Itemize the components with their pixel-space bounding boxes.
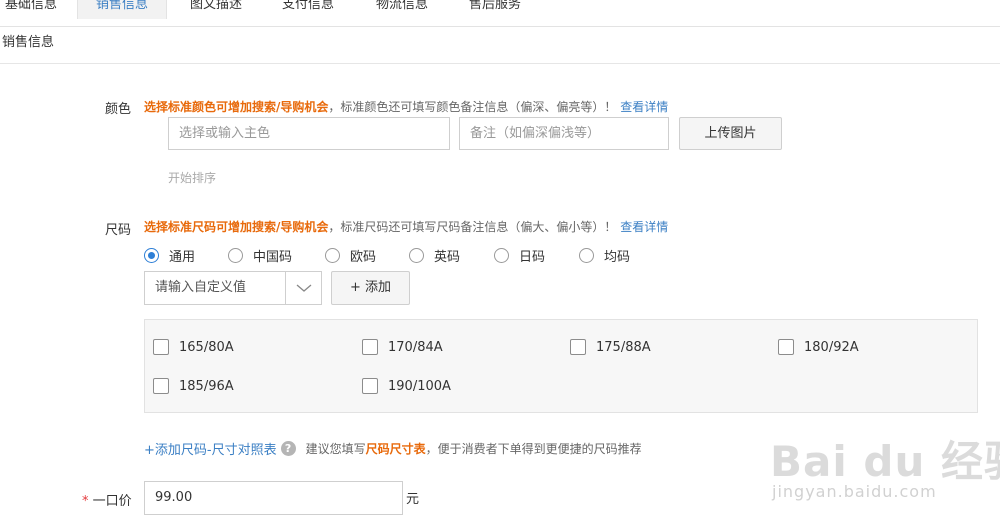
radio-general[interactable]: 通用 bbox=[144, 246, 195, 265]
size-hint: 选择标准尺码可增加搜索/导购机会，标准尺码还可填写尺码备注信息（偏大、偏小等）！… bbox=[144, 218, 668, 235]
radio-icon bbox=[494, 248, 509, 263]
tab-logistics-info[interactable]: 物流信息 bbox=[364, 0, 440, 19]
size-hint-strong: 选择标准尺码可增加搜索/导购机会 bbox=[144, 220, 329, 234]
watermark-main-text: Bai du 经验 bbox=[770, 437, 1000, 486]
color-label: 颜色 bbox=[105, 102, 132, 117]
watermark-url: jingyan.baidu.com bbox=[772, 482, 937, 501]
size-value: 190/100A bbox=[388, 378, 451, 394]
size-value: 180/92A bbox=[804, 339, 859, 355]
main-color-input[interactable]: 选择或输入主色 bbox=[168, 117, 450, 150]
radio-label: 英码 bbox=[434, 250, 461, 265]
tab-after-sales[interactable]: 售后服务 bbox=[457, 0, 533, 19]
size-options-panel: 165/80A 170/84A 175/88A 180/92A 185/96A … bbox=[144, 319, 978, 413]
size-value: 175/88A bbox=[596, 339, 651, 355]
radio-label: 日码 bbox=[519, 250, 546, 265]
radio-european-size[interactable]: 欧码 bbox=[325, 246, 376, 265]
price-input[interactable]: 99.00 bbox=[144, 481, 403, 515]
radio-uk-size[interactable]: 英码 bbox=[409, 246, 460, 265]
size-checkbox-190[interactable]: 190/100A bbox=[362, 378, 451, 394]
tab-image-description[interactable]: 图文描述 bbox=[178, 0, 254, 19]
radio-label: 欧码 bbox=[350, 250, 377, 265]
custom-size-combo[interactable]: 请输入自定义值 bbox=[144, 271, 322, 305]
required-mark: * bbox=[82, 494, 89, 509]
radio-checked-icon bbox=[144, 248, 159, 263]
checkbox-icon bbox=[153, 339, 169, 355]
checkbox-icon bbox=[362, 339, 378, 355]
radio-label: 均码 bbox=[604, 250, 631, 265]
size-checkbox-170[interactable]: 170/84A bbox=[362, 339, 443, 355]
size-note-strong: 尺码尺寸表 bbox=[365, 442, 426, 456]
help-icon[interactable]: ? bbox=[280, 441, 296, 456]
checkbox-icon bbox=[362, 378, 378, 394]
price-label: * 一口价 bbox=[82, 490, 132, 509]
custom-size-input[interactable]: 请输入自定义值 bbox=[155, 272, 246, 304]
size-label: 尺码 bbox=[105, 223, 132, 238]
radio-label: 通用 bbox=[169, 250, 196, 265]
size-checkbox-165[interactable]: 165/80A bbox=[153, 339, 234, 355]
size-value: 165/80A bbox=[179, 339, 234, 355]
tab-sales-info[interactable]: 销售信息 bbox=[77, 0, 167, 19]
color-detail-link[interactable]: 查看详情 bbox=[620, 100, 668, 114]
section-title: 销售信息 bbox=[2, 35, 55, 50]
divider bbox=[0, 63, 1000, 64]
size-hint-text: ，标准尺码还可填写尺码备注信息（偏大、偏小等）！ bbox=[328, 220, 617, 234]
upload-image-button[interactable]: 上传图片 bbox=[679, 117, 782, 150]
size-checkbox-175[interactable]: 175/88A bbox=[570, 339, 651, 355]
tab-bar: 基础信息 销售信息 图文描述 支付信息 物流信息 售后服务 bbox=[0, 0, 1000, 27]
radio-icon bbox=[325, 248, 340, 263]
size-checkbox-180[interactable]: 180/92A bbox=[778, 339, 859, 355]
tab-basic-info[interactable]: 基础信息 bbox=[0, 0, 62, 19]
color-hint-strong: 选择标准颜色可增加搜索/导购机会 bbox=[144, 100, 329, 114]
size-value: 170/84A bbox=[388, 339, 443, 355]
color-note-input[interactable]: 备注（如偏深偏浅等） bbox=[459, 117, 669, 150]
checkbox-icon bbox=[778, 339, 794, 355]
radio-chinese-size[interactable]: 中国码 bbox=[228, 246, 292, 265]
color-hint: 选择标准颜色可增加搜索/导购机会，标准颜色还可填写颜色备注信息（偏深、偏亮等）！… bbox=[144, 98, 668, 115]
checkbox-icon bbox=[570, 339, 586, 355]
size-note-prefix: 建议您填写 bbox=[305, 442, 366, 456]
add-size-button[interactable]: + 添加 bbox=[331, 271, 410, 305]
radio-icon bbox=[409, 248, 424, 263]
radio-one-size[interactable]: 均码 bbox=[579, 246, 630, 265]
radio-label: 中国码 bbox=[253, 250, 293, 265]
size-detail-link[interactable]: 查看详情 bbox=[620, 220, 668, 234]
radio-icon bbox=[579, 248, 594, 263]
price-unit: 元 bbox=[406, 492, 420, 507]
start-sort-link[interactable]: 开始排序 bbox=[168, 169, 216, 186]
combo-dropdown-button[interactable] bbox=[285, 272, 321, 304]
checkbox-icon bbox=[153, 378, 169, 394]
size-checkbox-185[interactable]: 185/96A bbox=[153, 378, 234, 394]
size-value: 185/96A bbox=[179, 378, 234, 394]
price-label-text: 一口价 bbox=[92, 494, 132, 509]
size-table-note: +添加尺码-尺寸对照表 ? 建议您填写 尺码尺寸表 ，便于消费者下单得到更便捷的尺码… bbox=[144, 439, 642, 458]
chevron-down-icon bbox=[296, 284, 312, 292]
size-note-suffix: ，便于消费者下单得到更便捷的尺码推荐 bbox=[425, 442, 642, 456]
watermark-logo: Bai du 经验 jingyan.baidu.com bbox=[770, 410, 1000, 515]
color-hint-text: ，标准颜色还可填写颜色备注信息（偏深、偏亮等）！ bbox=[328, 100, 617, 114]
radio-icon bbox=[228, 248, 243, 263]
add-size-table-link[interactable]: +添加尺码-尺寸对照表 bbox=[144, 439, 277, 458]
tab-payment-info[interactable]: 支付信息 bbox=[270, 0, 346, 19]
radio-japan-size[interactable]: 日码 bbox=[494, 246, 545, 265]
